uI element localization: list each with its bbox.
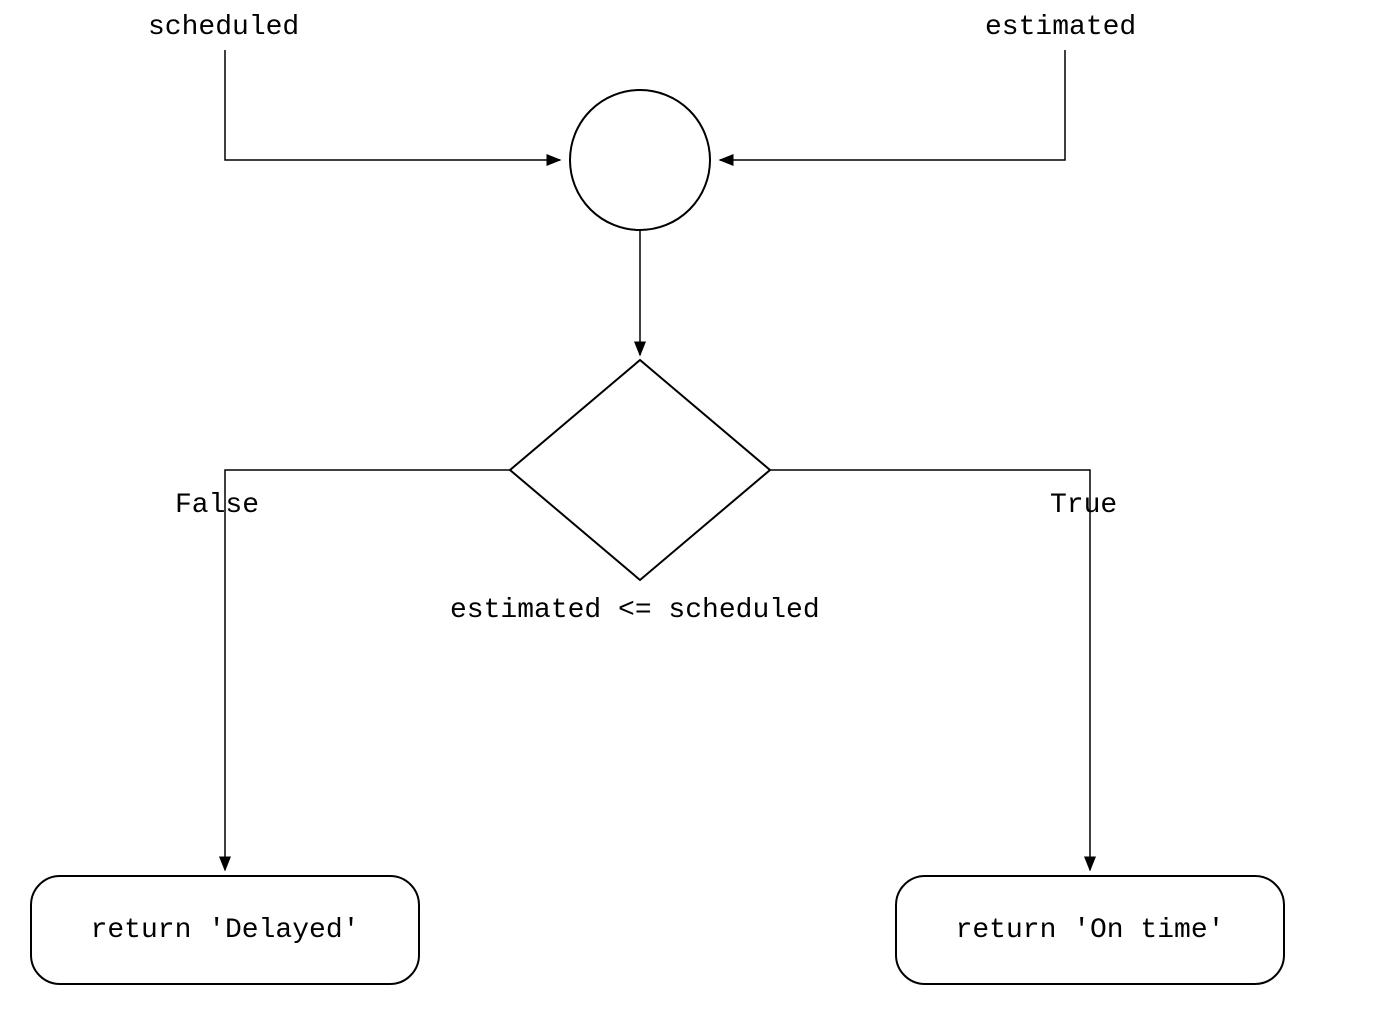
input-label-scheduled: scheduled	[148, 12, 299, 43]
edge-decision-false	[225, 470, 510, 870]
output-text-false: return 'Delayed'	[91, 915, 360, 946]
output-box-false: return 'Delayed'	[30, 875, 420, 985]
decision-node	[510, 360, 770, 580]
edge-estimated-to-merge	[720, 50, 1065, 160]
output-box-true: return 'On time'	[895, 875, 1285, 985]
edge-label-false: False	[175, 490, 259, 521]
output-text-true: return 'On time'	[956, 915, 1225, 946]
edge-decision-true	[770, 470, 1090, 870]
input-label-estimated: estimated	[985, 12, 1136, 43]
decision-condition-label: estimated <= scheduled	[450, 595, 820, 626]
edge-label-true: True	[1050, 490, 1117, 521]
edge-scheduled-to-merge	[225, 50, 560, 160]
merge-node	[570, 90, 710, 230]
